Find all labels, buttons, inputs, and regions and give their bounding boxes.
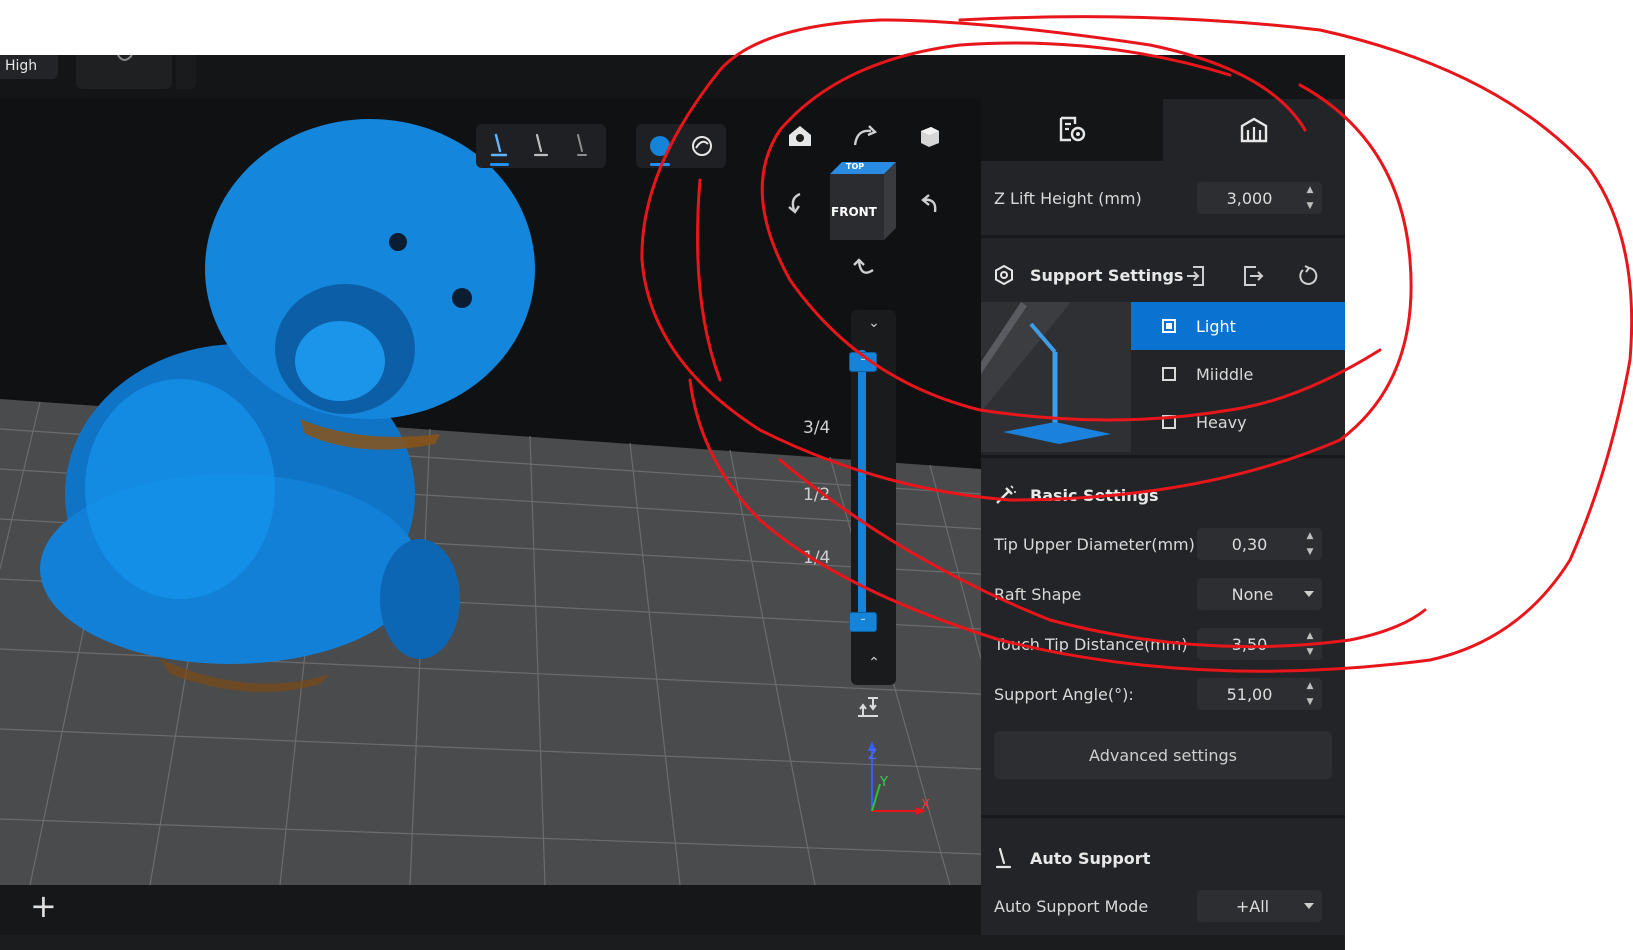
auto-support-mode-dropdown[interactable]: +All xyxy=(1197,890,1322,922)
tab-print-settings[interactable] xyxy=(981,99,1163,161)
touch-tip-distance-stepper[interactable]: ▲ ▼ xyxy=(1302,631,1318,657)
reset-preset-icon[interactable] xyxy=(1294,261,1324,291)
support-settings-header: Support Settings xyxy=(994,259,1183,291)
quality-label: High xyxy=(5,58,38,74)
raft-shape-dropdown[interactable]: None xyxy=(1197,578,1322,610)
preset-radio-light[interactable] xyxy=(1162,319,1176,333)
support-preview-image xyxy=(981,302,1111,444)
supports-tab-icon xyxy=(1240,117,1268,143)
view-mode-group xyxy=(636,124,726,168)
support-tool-thin-icon[interactable] xyxy=(569,131,596,161)
layer-slider-top-handle[interactable]: – xyxy=(849,352,877,372)
layer-slider-bottom-handle[interactable]: – xyxy=(849,612,877,632)
preset-option-heavy[interactable]: Heavy xyxy=(1131,398,1345,446)
advanced-settings-label: Advanced settings xyxy=(1089,745,1237,765)
slider-mark-three-quarters: 3/4 xyxy=(803,418,831,438)
axis-label-y: Y xyxy=(880,775,888,790)
auto-support-title: Auto Support xyxy=(1030,848,1151,868)
preset-radio-heavy[interactable] xyxy=(1162,415,1176,429)
layer-slider-up-icon[interactable]: ⌃ xyxy=(862,655,886,675)
section-divider xyxy=(981,815,1345,818)
layer-height-icon[interactable] xyxy=(853,692,883,722)
section-divider xyxy=(981,455,1345,458)
preset-label-middle: Miiddle xyxy=(1196,364,1254,384)
touch-tip-distance-input[interactable]: 3,50 ▲ ▼ xyxy=(1197,628,1322,660)
bottom-toolbar xyxy=(0,885,981,935)
view-cube-top-label: TOP xyxy=(846,162,865,171)
slider-mark-quarter: 1/4 xyxy=(803,548,831,568)
view-cube-front-label: FRONT xyxy=(831,205,877,219)
rotate-up-icon[interactable] xyxy=(850,121,880,151)
iso-view-cube-icon[interactable] xyxy=(914,121,944,151)
print-settings-icon xyxy=(1059,116,1086,142)
top-toolbar-group[interactable] xyxy=(76,54,172,89)
xray-view-icon[interactable] xyxy=(688,131,716,161)
auto-support-mode-label: Auto Support Mode xyxy=(994,896,1149,916)
top-toolbar-spacer xyxy=(176,55,196,89)
preset-radio-middle[interactable] xyxy=(1162,367,1176,381)
tab-supports[interactable] xyxy=(1163,99,1345,161)
import-preset-icon[interactable] xyxy=(1181,261,1211,291)
preset-option-middle[interactable]: Miiddle xyxy=(1131,350,1345,398)
top-toolbar xyxy=(0,55,1345,99)
support-angle-stepper[interactable]: ▲ ▼ xyxy=(1302,681,1318,707)
auto-support-header: Auto Support xyxy=(994,842,1150,874)
z-lift-input[interactable]: 3,000 ▲ ▼ xyxy=(1197,182,1322,214)
export-preset-icon[interactable] xyxy=(1238,261,1268,291)
chevron-down-icon xyxy=(1304,591,1314,597)
support-preset-preview xyxy=(981,302,1131,452)
support-settings-title: Support Settings xyxy=(1030,265,1184,285)
advanced-settings-button[interactable]: Advanced settings xyxy=(994,731,1332,779)
support-settings-icon xyxy=(994,265,1020,285)
support-tool-pillar-icon[interactable] xyxy=(527,131,554,161)
basic-settings-title: Basic Settings xyxy=(1030,485,1159,505)
tip-upper-diameter-input[interactable]: 0,30 ▲ ▼ xyxy=(1197,528,1322,560)
tip-upper-diameter-label: Tip Upper Diameter(mm) xyxy=(994,534,1195,554)
support-angle-label: Support Angle(°): xyxy=(994,684,1134,704)
quality-selector[interactable]: High xyxy=(0,55,58,79)
z-lift-stepper[interactable]: ▲ ▼ xyxy=(1302,185,1318,211)
status-bar xyxy=(0,935,1345,950)
layer-slider-down-icon[interactable]: ⌄ xyxy=(862,315,886,335)
preset-label-heavy: Heavy xyxy=(1196,412,1247,432)
toolbar-icon xyxy=(117,54,133,61)
layer-slider-track[interactable] xyxy=(858,350,866,625)
basic-settings-header: Basic Settings xyxy=(994,479,1159,511)
right-settings-panel xyxy=(981,99,1345,935)
home-view-icon[interactable] xyxy=(785,121,815,151)
z-lift-label: Z Lift Height (mm) xyxy=(994,188,1142,208)
support-tool-manual-icon[interactable] xyxy=(486,131,513,166)
preset-option-light[interactable]: Light xyxy=(1131,302,1345,350)
basic-settings-icon xyxy=(994,484,1020,506)
raft-shape-label: Raft Shape xyxy=(994,584,1082,604)
right-panel-tabs xyxy=(981,99,1345,161)
rotate-down-icon[interactable] xyxy=(850,254,880,284)
auto-support-icon xyxy=(994,847,1020,869)
touch-tip-distance-label: Touch Tip Distance(mm) xyxy=(994,634,1188,654)
section-divider xyxy=(981,235,1345,238)
axis-label-z: Z xyxy=(868,748,877,763)
solid-view-icon[interactable] xyxy=(646,131,674,166)
support-tool-group xyxy=(476,124,606,168)
preset-label-light: Light xyxy=(1196,316,1236,336)
chevron-down-icon xyxy=(1304,903,1314,909)
rotate-left-icon[interactable] xyxy=(785,188,815,218)
rotate-right-icon[interactable] xyxy=(914,188,944,218)
view-cube[interactable]: TOP FRONT xyxy=(828,160,898,242)
slider-mark-half: 1/2 xyxy=(803,485,831,505)
support-angle-input[interactable]: 51,00 ▲ ▼ xyxy=(1197,678,1322,710)
axis-label-x: X xyxy=(921,798,930,813)
tip-upper-diameter-stepper[interactable]: ▲ ▼ xyxy=(1302,531,1318,557)
add-model-button[interactable]: + xyxy=(30,890,57,922)
